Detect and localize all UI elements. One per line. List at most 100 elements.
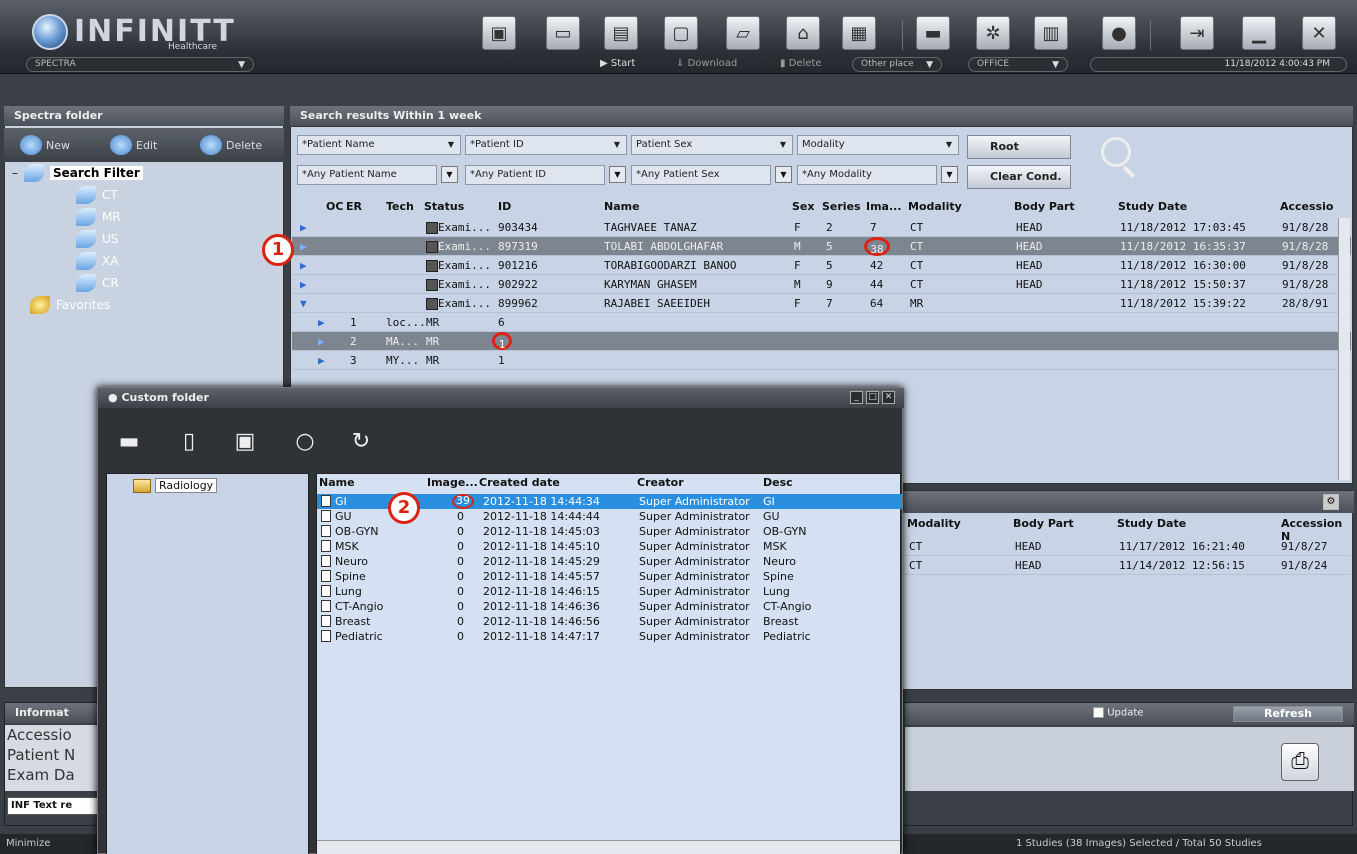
expand-icon[interactable]: ▶ [300,218,307,237]
collapse-icon[interactable]: – [12,166,18,180]
col-id[interactable]: ID [498,198,511,216]
patient-sex-filter-label[interactable]: Patient Sex ▼ [631,135,793,155]
col-oc[interactable]: OC [326,198,343,216]
tree-item-xa[interactable]: XA [76,252,118,270]
dialog-maximize-icon[interactable]: □ [866,391,879,404]
download-button[interactable]: ⇓ Download [676,58,737,69]
tree-item-us[interactable]: US [76,230,118,248]
folder-row[interactable]: Spine 0 2012-11-18 14:45:57 Super Administr… [317,569,902,584]
expand-icon[interactable]: ▶ [300,237,307,256]
col-creator[interactable]: Creator [637,476,684,489]
col-body-part[interactable]: Body Part [1014,198,1075,216]
archive-icon[interactable]: ▦ [842,16,876,50]
tree-item-cr[interactable]: CR [76,274,119,292]
table-row[interactable]: ▼ Exami... 899962 RAJABEI SAEEIDEH F 7 6… [292,294,1351,313]
new-document-icon[interactable]: ▯ [172,424,206,458]
expand-icon[interactable]: ▶ [300,275,307,294]
patient-sex-dropdown[interactable]: ▼ [775,166,792,183]
office-select[interactable]: OFFICE ▼ [968,57,1068,72]
delete-button[interactable]: Delete [200,132,262,158]
col-images[interactable]: Ima... [866,198,902,216]
tree-item-ct[interactable]: CT [76,186,118,204]
folder-row[interactable]: Pediatric 0 2012-11-18 14:47:17 Super Admin… [317,629,902,644]
minimize-icon[interactable]: ▁ [1242,16,1276,50]
patient-id-input[interactable]: *Any Patient ID [465,165,605,185]
search-icon[interactable] [1101,137,1131,167]
series-row[interactable]: ▶ 3 MY... MR 1 [292,351,1351,370]
col-modality[interactable]: Modality [908,198,962,216]
tree-item-radiology[interactable]: Radiology [133,478,218,493]
print-icon[interactable]: ⎙ [1281,743,1319,781]
mode-select[interactable]: SPECTRA ▼ [26,57,254,72]
col-er[interactable]: ER [346,198,362,216]
collapse-icon[interactable]: ▼ [300,294,307,313]
folder-row[interactable]: Neuro 0 2012-11-18 14:45:29 Super Administr… [317,554,902,569]
delete-study-button[interactable]: ▮ Delete [780,58,822,69]
folder-icon[interactable]: ▬ [916,16,950,50]
col-status[interactable]: Status [424,198,464,216]
search-icon[interactable]: ○ [288,424,322,458]
refresh-button[interactable]: Refresh [1233,706,1343,722]
col-accession[interactable]: Accessio [1280,198,1333,216]
clear-condition-button[interactable]: Clear Cond. [967,165,1071,189]
new-folder-icon[interactable]: ▬ [112,424,146,458]
patient-name-input[interactable]: *Any Patient Name [297,165,437,185]
folder-row[interactable]: OB-GYN 0 2012-11-18 14:45:03 Super Administ… [317,524,902,539]
dialog-close-icon[interactable]: ✕ [882,391,895,404]
col-study-date[interactable]: Study Date [1118,198,1187,216]
col-tech[interactable]: Tech [386,198,414,216]
col-created-date[interactable]: Created date [479,476,560,489]
table-row[interactable]: ▶ Exami... 901216 TORABIGOODARZI BANOO F… [292,256,1351,275]
patient-sex-input[interactable]: *Any Patient Sex [631,165,771,185]
col-body-part[interactable]: Body Part [1013,517,1074,530]
update-checkbox[interactable]: Update [1093,707,1143,719]
settings-icon[interactable]: ⚙ [1323,494,1339,510]
col-study-date[interactable]: Study Date [1117,517,1186,530]
horizontal-scrollbar[interactable] [317,840,900,854]
folder-row[interactable]: Breast 0 2012-11-18 14:46:56 Super Administ… [317,614,902,629]
col-images[interactable]: Image... [427,476,478,489]
display-icon[interactable]: ▢ [664,16,698,50]
patient-id-dropdown[interactable]: ▼ [609,166,626,183]
col-series[interactable]: Series [822,198,861,216]
series-row[interactable]: ▶ 1 loc... MR 6 [292,313,1351,332]
root-button[interactable]: Root [967,135,1071,159]
expand-icon[interactable]: ▶ [318,332,325,351]
table-row[interactable]: ▶ Exami... 903434 TAGHVAEE TANAZ F 2 7 C… [292,218,1351,237]
folder-export-icon[interactable]: ▱ [726,16,760,50]
expand-icon[interactable]: ▶ [318,351,325,370]
tree-item-favorites[interactable]: Favorites [30,296,110,314]
col-name[interactable]: Name [604,198,640,216]
new-button[interactable]: New [20,132,70,158]
patient-id-filter-label[interactable]: *Patient ID ▼ [465,135,627,155]
start-button[interactable]: ▶ Start [600,58,635,69]
series-row-selected[interactable]: ▶ 2 MA... MR 1 [292,332,1351,351]
logout-icon[interactable]: ⇥ [1180,16,1214,50]
col-name[interactable]: Name [319,476,355,489]
refresh-icon[interactable]: ↻ [344,424,378,458]
inf-text-report-button[interactable]: INF Text re [7,797,103,815]
patient-name-dropdown[interactable]: ▼ [441,166,458,183]
monitor-icon[interactable]: ▭ [546,16,580,50]
edit-button[interactable]: Edit [110,132,157,158]
results-scrollbar[interactable] [1338,218,1350,480]
monitor-icon[interactable]: ▣ [228,424,262,458]
place-select[interactable]: Other place ▼ [852,57,942,72]
table-row-selected[interactable]: ▶ Exami... 897319 TOLABI ABDOLGHAFAR M 5… [292,237,1351,256]
col-desc[interactable]: Desc [763,476,793,489]
table-row[interactable]: ▶ Exami... 902922 KARYMAN GHASEM M 9 44 … [292,275,1351,294]
user-icon[interactable]: ● [1102,16,1136,50]
tree-search-filter[interactable]: – Search Filter [12,164,143,182]
col-sex[interactable]: Sex [792,198,814,216]
modality-dropdown[interactable]: ▼ [941,166,958,183]
modality-filter-label[interactable]: Modality ▼ [797,135,959,155]
patient-view-icon[interactable]: ▣ [482,16,516,50]
modality-input[interactable]: *Any Modality [797,165,937,185]
tree-item-mr[interactable]: MR [76,208,121,226]
expand-icon[interactable]: ▶ [318,313,325,332]
folder-row[interactable]: CT-Angio 0 2012-11-18 14:46:36 Super Admini… [317,599,902,614]
patient-name-filter-label[interactable]: *Patient Name ▼ [297,135,461,155]
media-icon[interactable]: ⌂ [786,16,820,50]
expand-icon[interactable]: ▶ [300,256,307,275]
folder-row[interactable]: MSK 0 2012-11-18 14:45:10 Super Administrat… [317,539,902,554]
